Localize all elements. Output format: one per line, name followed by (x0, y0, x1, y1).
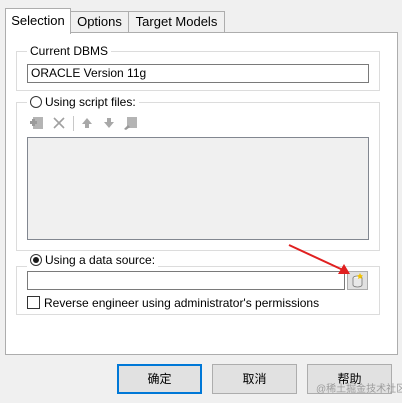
delete-icon[interactable] (51, 115, 67, 131)
tab-selection[interactable]: Selection (5, 8, 71, 34)
script-files-radio-button[interactable] (30, 96, 42, 108)
data-source-radio-label: Using a data source: (45, 253, 156, 267)
toolbar-separator (73, 116, 74, 131)
script-files-radio-label: Using script files: (45, 95, 136, 109)
admin-permissions-checkbox[interactable]: Reverse engineer using administrator's p… (27, 295, 319, 311)
cancel-button[interactable]: 取消 (212, 364, 297, 394)
add-file-icon[interactable] (29, 115, 45, 131)
selection-tab-panel: Current DBMS ORACLE Version 11g Using sc… (5, 32, 398, 355)
current-dbms-field[interactable]: ORACLE Version 11g (27, 64, 369, 83)
admin-permissions-checkbox-box[interactable] (27, 296, 40, 309)
script-files-radio[interactable]: Using script files: (27, 95, 139, 109)
tab-target-models[interactable]: Target Models (128, 11, 225, 33)
edit-icon[interactable] (123, 115, 139, 131)
move-up-icon[interactable] (79, 115, 95, 131)
script-files-list[interactable] (27, 137, 369, 240)
annotation-arrow (288, 244, 350, 274)
move-down-icon[interactable] (101, 115, 117, 131)
ok-button[interactable]: 确定 (117, 364, 202, 394)
script-files-toolbar (29, 115, 154, 133)
current-dbms-legend: Current DBMS (27, 44, 112, 58)
watermark: @稀土掘金技术社区 (316, 384, 402, 395)
admin-permissions-label: Reverse engineer using administrator's p… (44, 296, 320, 310)
data-source-radio-button[interactable] (30, 254, 42, 266)
tab-options[interactable]: Options (70, 11, 129, 33)
data-source-radio[interactable]: Using a data source: (27, 253, 159, 267)
